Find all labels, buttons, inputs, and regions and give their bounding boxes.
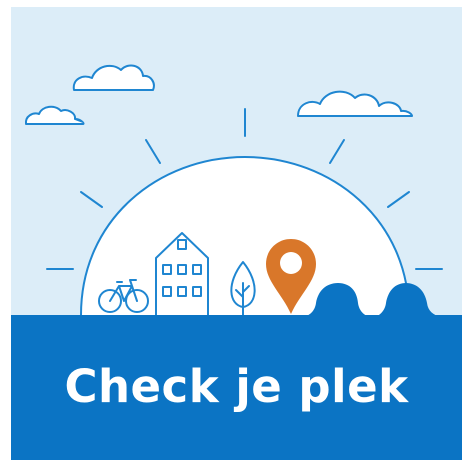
- cloud-icon: [297, 90, 413, 117]
- cloud-icon: [72, 64, 155, 91]
- tile-title: Check je plek: [64, 360, 409, 413]
- sun-icon: [46, 108, 443, 316]
- check-je-plek-tile[interactable]: Check je plek: [11, 7, 462, 460]
- cloud-icon: [24, 105, 85, 125]
